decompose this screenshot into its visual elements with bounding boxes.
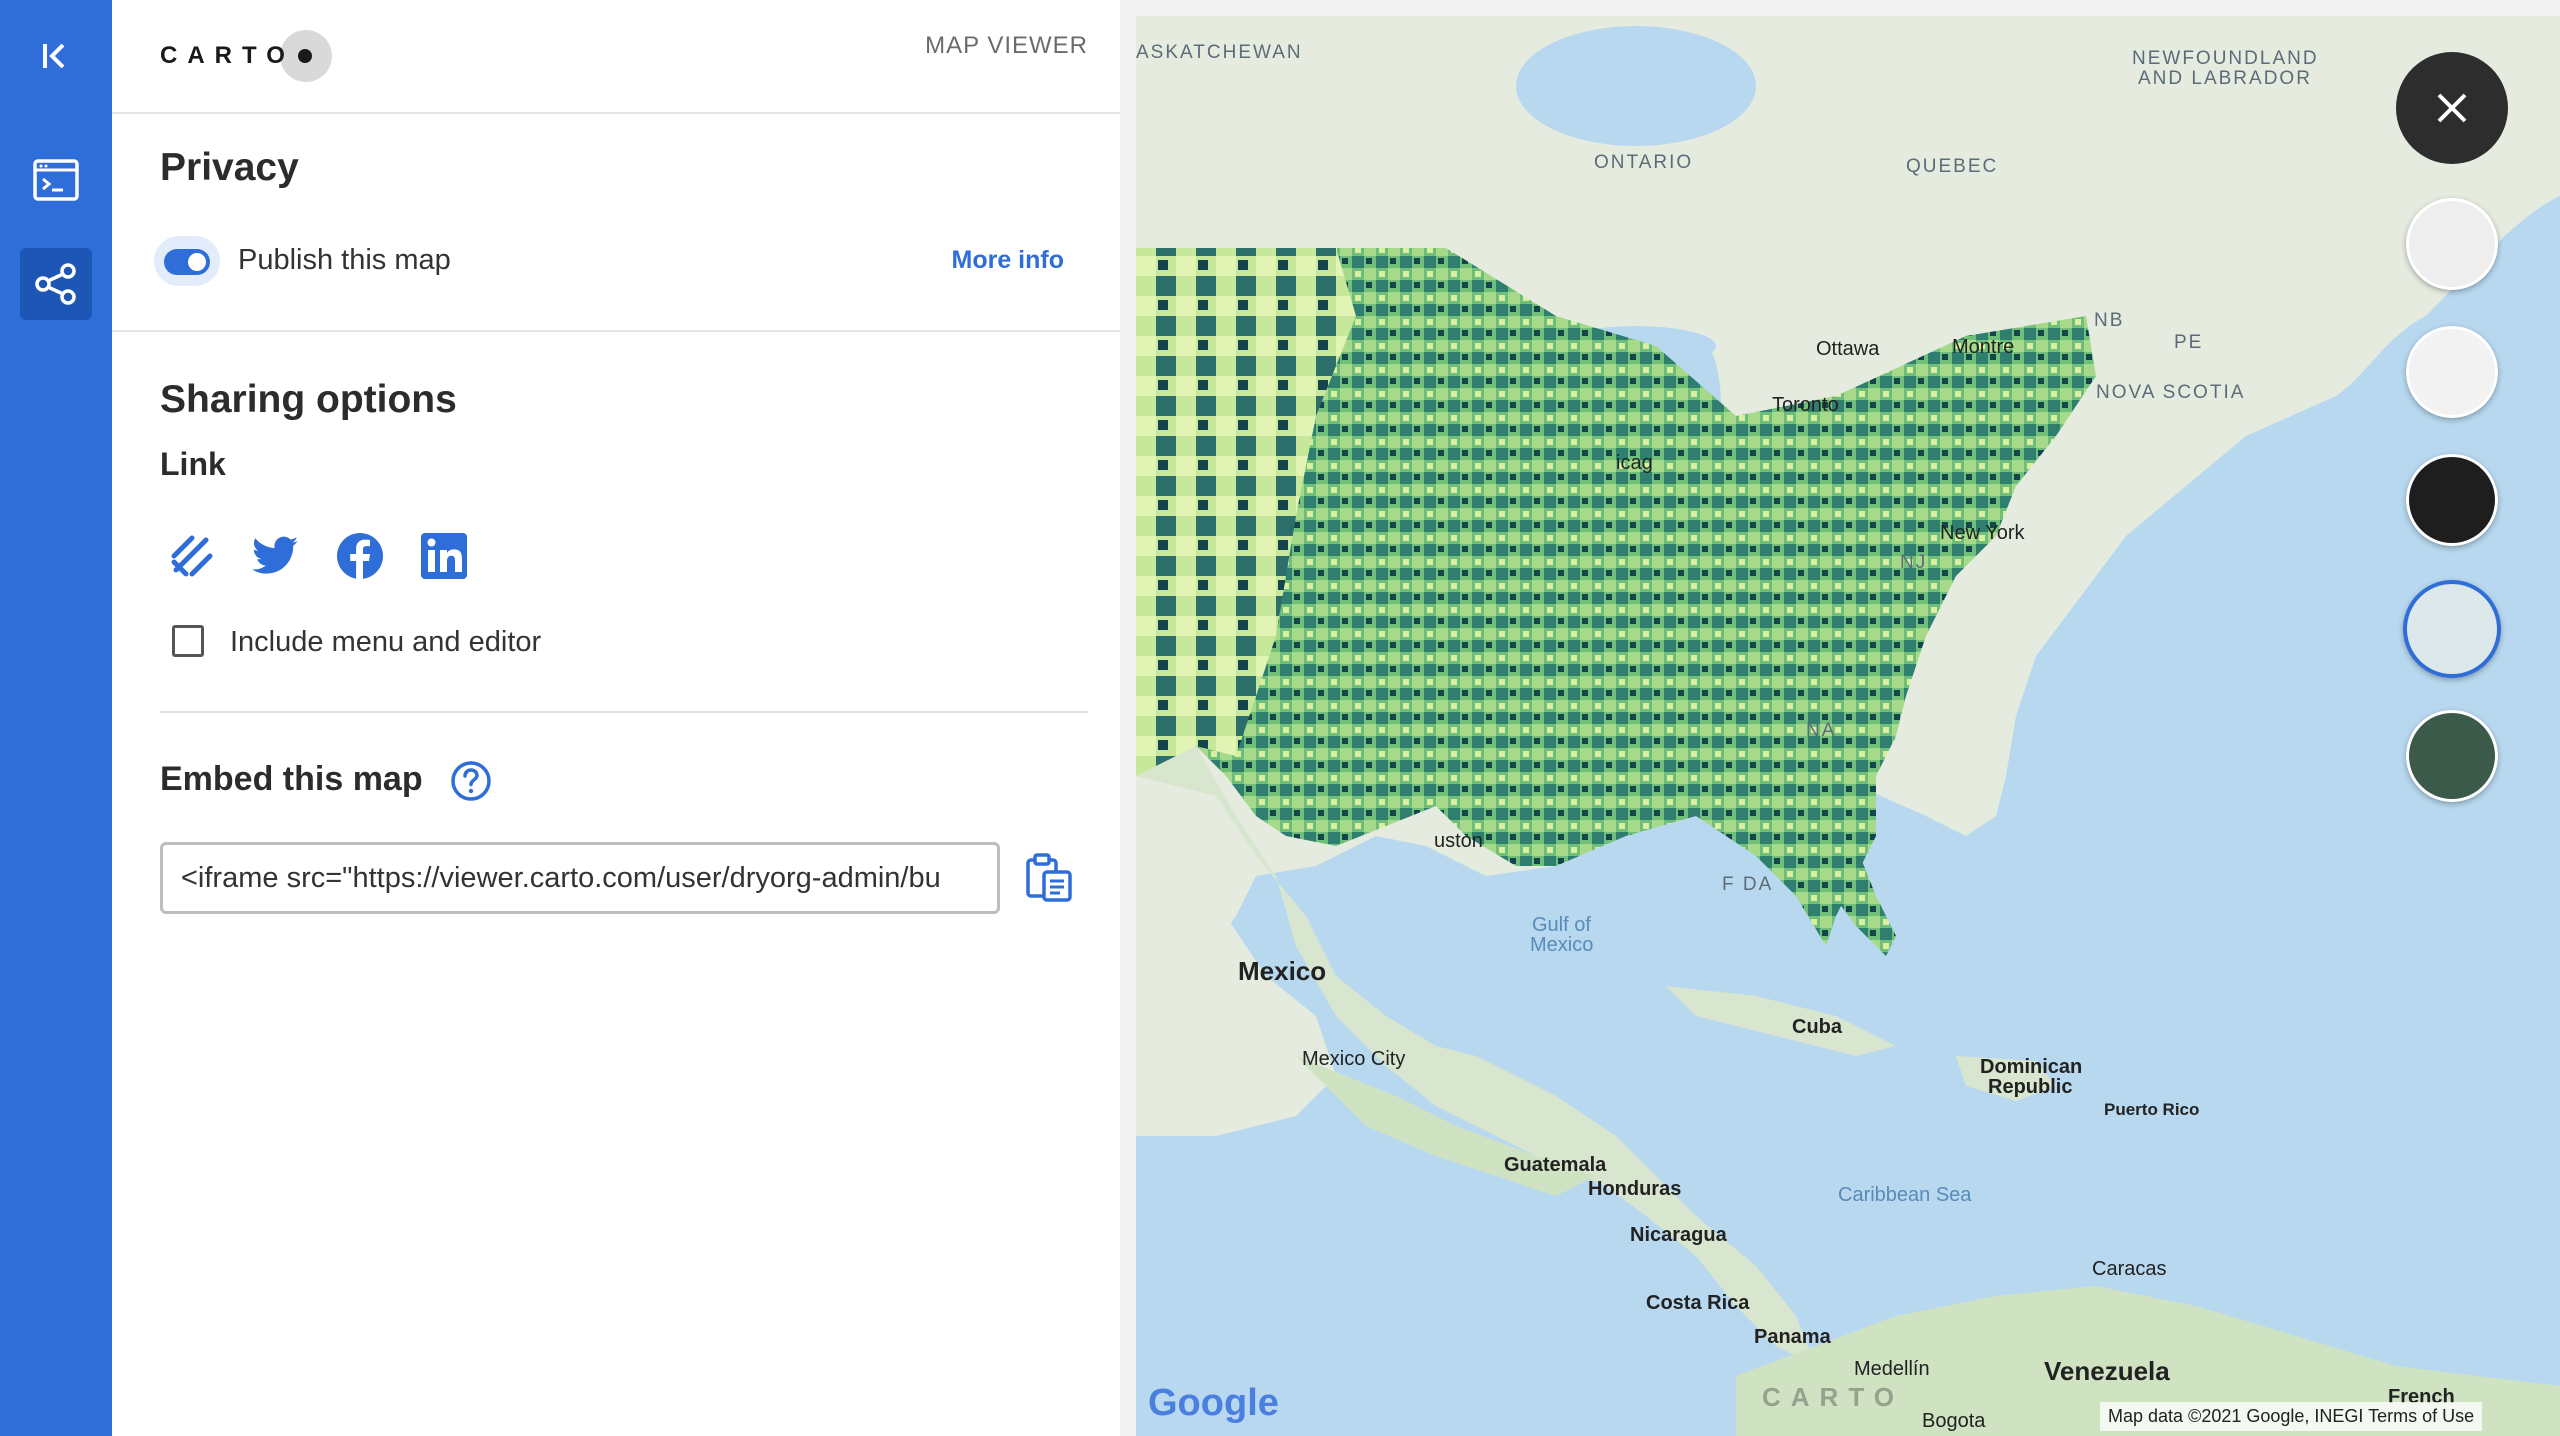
- map-label: Toronto: [1772, 394, 1839, 416]
- basemap-positron[interactable]: [2406, 198, 2498, 290]
- twitter-icon[interactable]: [250, 530, 302, 582]
- map-label: NJ: [1900, 552, 1928, 573]
- map-viewer-label: MAP VIEWER: [925, 32, 1088, 59]
- close-icon: [2437, 93, 2467, 123]
- map-label: Mexico City: [1302, 1048, 1406, 1070]
- carto-logo: CARTO: [160, 30, 332, 82]
- map-label: QUEBEC: [1906, 156, 1999, 177]
- map-label: Mexico: [1238, 956, 1327, 986]
- map-label: NOVA SCOTIA: [2096, 382, 2246, 403]
- map-label: Nicaragua: [1630, 1224, 1727, 1246]
- basemap-voyager-light[interactable]: [2406, 326, 2498, 418]
- divider: [160, 711, 1088, 713]
- collapse-icon: [43, 43, 65, 69]
- more-info-link[interactable]: More info: [952, 246, 1065, 275]
- help-icon[interactable]: [450, 760, 492, 802]
- publish-label: Publish this map: [238, 244, 451, 276]
- map-label: Panama: [1754, 1326, 1831, 1348]
- include-menu-label: Include menu and editor: [230, 626, 542, 658]
- map-label: NEWFOUNDLAND: [2132, 48, 2319, 69]
- embed-title: Embed this map: [160, 760, 423, 798]
- logo-text: CARTO: [160, 42, 295, 69]
- map-label: uston: [1434, 830, 1483, 852]
- divider: [112, 330, 1120, 332]
- link-label: Link: [160, 446, 226, 482]
- map-canvas[interactable]: ASKATCHEWAN ONTARIO QUEBEC NEWFOUNDLAND …: [1136, 16, 2560, 1436]
- map-label: ONTARIO: [1594, 152, 1694, 173]
- map-label: icag: [1616, 452, 1653, 474]
- map-basemap: [1136, 16, 2560, 1436]
- map-label: ASKATCHEWAN: [1136, 42, 1303, 63]
- map-label: Mexico: [1530, 934, 1594, 956]
- share-icon: [35, 263, 76, 305]
- map-label: Guatemala: [1504, 1154, 1607, 1176]
- map-label: Caribbean Sea: [1838, 1184, 1972, 1206]
- map-label: Costa Rica: [1646, 1292, 1750, 1314]
- privacy-title: Privacy: [160, 146, 299, 189]
- map-label: Medellín: [1854, 1358, 1930, 1380]
- map-label: Venezuela: [2044, 1356, 2170, 1386]
- left-rail: [0, 0, 112, 1436]
- toggle-knob: [188, 253, 206, 271]
- logo-dot: [298, 49, 312, 63]
- collapse-button[interactable]: [20, 20, 92, 92]
- include-menu-checkbox[interactable]: [172, 625, 204, 657]
- sharing-options-title: Sharing options: [160, 378, 457, 421]
- linkedin-icon[interactable]: [418, 530, 470, 582]
- sharing-panel: CARTO MAP VIEWER Privacy Publish this ma…: [112, 0, 1120, 1436]
- map-label: Montre: [1952, 336, 2015, 358]
- code-panel-icon: [33, 159, 79, 201]
- facebook-icon[interactable]: [334, 530, 386, 582]
- map-label: Cuba: [1792, 1016, 1842, 1038]
- basemap-voyager[interactable]: [2403, 580, 2501, 678]
- share-button[interactable]: [20, 248, 92, 320]
- map-label: Honduras: [1588, 1178, 1682, 1200]
- map-label: Bogota: [1922, 1410, 1986, 1432]
- map-label: Ottawa: [1816, 338, 1880, 360]
- code-panel-button[interactable]: [20, 144, 92, 216]
- map-label: F DA: [1722, 874, 1774, 895]
- basemap-satellite[interactable]: [2406, 710, 2498, 802]
- map-label: PE: [2174, 332, 2204, 353]
- publish-toggle[interactable]: [154, 236, 220, 286]
- close-button[interactable]: [2396, 52, 2508, 164]
- map-attribution[interactable]: Map data ©2021 Google, INEGI Terms of Us…: [2100, 1402, 2483, 1431]
- map-label: Republic: [1988, 1076, 2073, 1098]
- basemap-dark-matter[interactable]: [2406, 454, 2498, 546]
- panel-header: CARTO MAP VIEWER: [112, 0, 1120, 114]
- map-label: AND LABRADOR: [2138, 68, 2312, 89]
- map-label: NA: [1806, 720, 1837, 741]
- map-label: NB: [2094, 310, 2125, 331]
- google-logo: Google: [1148, 1382, 1279, 1424]
- carto-watermark: CARTO: [1762, 1382, 1904, 1412]
- map-label: New York: [1940, 522, 2025, 544]
- map-label: Caracas: [2092, 1258, 2167, 1280]
- map-label: Puerto Rico: [2104, 1100, 2200, 1119]
- embed-code-field[interactable]: [160, 842, 1000, 914]
- copy-link-icon[interactable]: [166, 530, 218, 582]
- copy-clipboard-icon[interactable]: [1024, 852, 1076, 904]
